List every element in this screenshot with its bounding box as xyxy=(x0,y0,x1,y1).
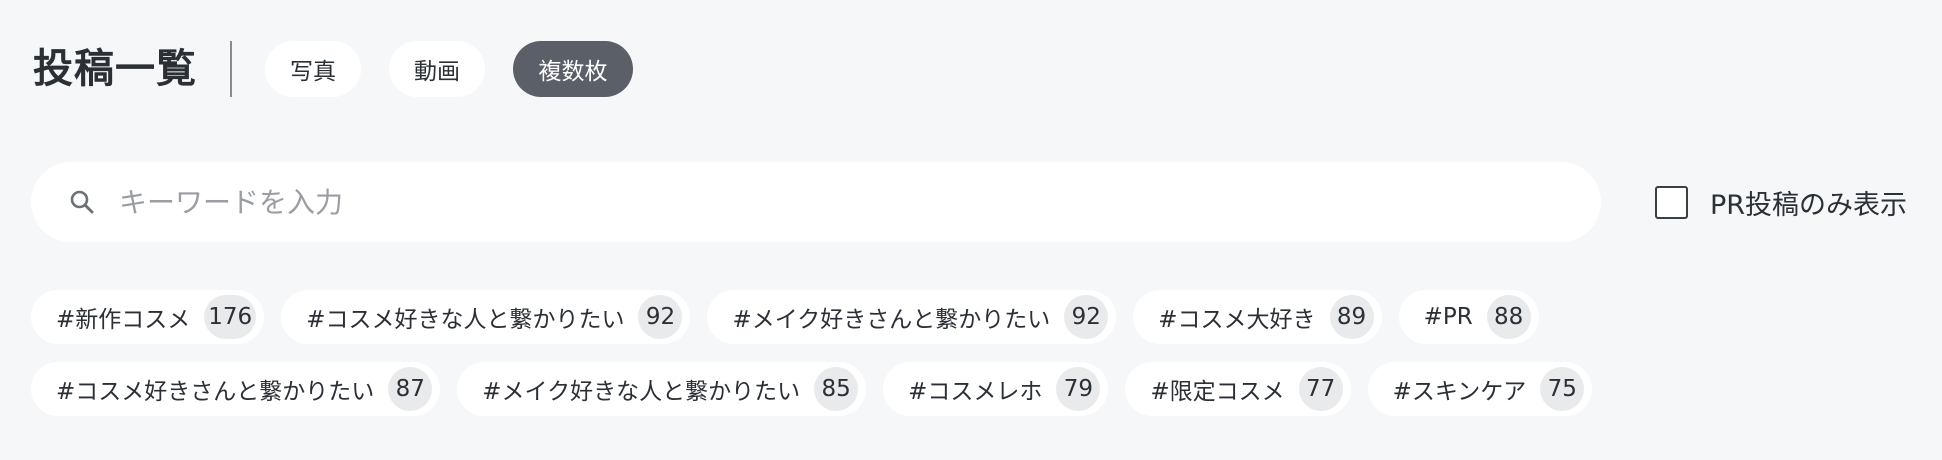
hashtag-label: #PR xyxy=(1423,304,1473,330)
hashtag-chip[interactable]: #新作コスメ 176 xyxy=(31,290,265,344)
hashtag-chip[interactable]: #メイク好きさんと繋かりたい 92 xyxy=(707,290,1117,344)
hashtag-label: #メイク好きさんと繋かりたい xyxy=(732,307,1051,333)
hashtag-label: #コスメレホ xyxy=(908,379,1043,405)
hashtag-chip[interactable]: #コスメ大好き 89 xyxy=(1133,290,1382,344)
hashtag-count: 75 xyxy=(1540,367,1585,411)
hashtag-count: 92 xyxy=(638,295,683,339)
hashtag-count: 79 xyxy=(1056,367,1101,411)
hashtag-chip[interactable]: #コスメレホ 79 xyxy=(883,362,1109,416)
page-header: 投稿一覧 写真 動画 複数枚 xyxy=(33,40,633,98)
tab-photo[interactable]: 写真 xyxy=(265,41,361,97)
hashtag-row: #新作コスメ 176 #コスメ好きな人と繋かりたい 92 #メイク好きさんと繋か… xyxy=(31,290,1911,344)
hashtag-label: #限定コスメ xyxy=(1150,379,1285,405)
hashtag-count: 87 xyxy=(388,367,433,411)
hashtag-count: 77 xyxy=(1298,367,1343,411)
tab-video[interactable]: 動画 xyxy=(389,41,485,97)
search-bar[interactable] xyxy=(31,162,1601,242)
pr-only-label: PR投稿のみ表示 xyxy=(1710,190,1908,221)
hashtag-list: #新作コスメ 176 #コスメ好きな人と繋かりたい 92 #メイク好きさんと繋か… xyxy=(31,290,1911,434)
hashtag-count: 88 xyxy=(1486,295,1531,339)
header-divider xyxy=(230,41,232,97)
page-title: 投稿一覧 xyxy=(33,46,197,92)
hashtag-label: #メイク好きな人と繋かりたい xyxy=(482,379,801,405)
hashtag-chip[interactable]: #PR 88 xyxy=(1398,290,1539,344)
hashtag-label: #スキンケア xyxy=(1392,379,1527,405)
hashtag-label: #コスメ好きさんと繋かりたい xyxy=(56,379,375,405)
pr-only-filter[interactable]: PR投稿のみ表示 xyxy=(1655,183,1907,222)
tab-multiple[interactable]: 複数枚 xyxy=(513,41,633,97)
hashtag-chip[interactable]: #コスメ好きさんと繋かりたい 87 xyxy=(31,362,441,416)
hashtag-label: #コスメ好きな人と繋かりたい xyxy=(306,307,625,333)
hashtag-chip[interactable]: #限定コスメ 77 xyxy=(1125,362,1351,416)
hashtag-chip[interactable]: #スキンケア 75 xyxy=(1367,362,1593,416)
hashtag-chip[interactable]: #コスメ好きな人と繋かりたい 92 xyxy=(281,290,691,344)
hashtag-count: 92 xyxy=(1064,295,1109,339)
hashtag-count: 176 xyxy=(204,295,257,339)
hashtag-count: 85 xyxy=(814,367,859,411)
search-icon xyxy=(67,187,97,217)
media-type-tabs: 写真 動画 複数枚 xyxy=(265,41,633,97)
search-input[interactable] xyxy=(117,171,1501,233)
hashtag-chip[interactable]: #メイク好きな人と繋かりたい 85 xyxy=(457,362,867,416)
hashtag-label: #コスメ大好き xyxy=(1158,307,1316,333)
hashtag-row: #コスメ好きさんと繋かりたい 87 #メイク好きな人と繋かりたい 85 #コスメ… xyxy=(31,362,1911,416)
pr-only-checkbox[interactable] xyxy=(1655,186,1688,219)
hashtag-label: #新作コスメ xyxy=(56,307,191,333)
hashtag-count: 89 xyxy=(1329,295,1374,339)
